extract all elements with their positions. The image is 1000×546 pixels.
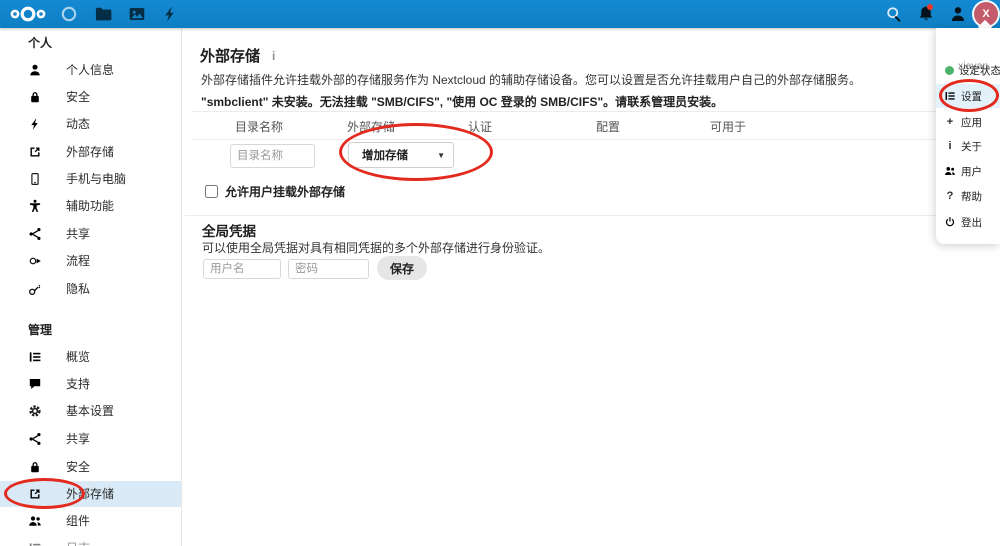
menu-item-about[interactable]: i 关于: [936, 134, 1000, 158]
sidebar-item-external-storage-personal[interactable]: 外部存储: [0, 139, 181, 165]
sidebar-item-sharing-personal[interactable]: 共享: [0, 221, 181, 247]
info-icon: i: [948, 140, 952, 152]
mobile-icon: [28, 172, 42, 186]
external-storage-settings-panel: 外部存储 i 外部存储插件允许挂载外部的存储服务作为 Nextcloud 的辅助…: [182, 28, 1000, 546]
external-storage-icon: [28, 145, 42, 159]
groupware-icon: [28, 514, 42, 528]
username-field[interactable]: [203, 259, 281, 279]
plus-icon: +: [946, 116, 954, 128]
column-header-authentication: 认证: [468, 120, 493, 134]
sidebar-item-security-admin[interactable]: 安全: [0, 454, 181, 480]
table-header-underline: [192, 139, 987, 140]
password-field[interactable]: [288, 259, 369, 279]
dashboard-icon[interactable]: [60, 5, 78, 23]
sidebar-item-security[interactable]: 安全: [0, 84, 181, 110]
top-bar: X: [0, 0, 1000, 28]
user-dropdown-menu: xiayan 设定状态 设置 + 应用 i 关于 用户 ? 帮助 登出: [936, 28, 1000, 244]
menu-item-logout[interactable]: 登出: [936, 210, 1000, 234]
share-icon: [28, 432, 42, 446]
menu-item-users[interactable]: 用户: [936, 159, 1000, 183]
contacts-icon[interactable]: [949, 5, 967, 23]
allow-user-mount-label: 允许用户挂载外部存储: [225, 185, 346, 199]
nextcloud-logo-icon[interactable]: [8, 4, 48, 24]
sidebar-item-support[interactable]: 支持: [0, 371, 181, 397]
search-icon[interactable]: [885, 5, 903, 23]
activity-bolt-icon: [28, 117, 42, 131]
save-button[interactable]: 保存: [377, 256, 428, 280]
smbclient-warning: "smbclient" 未安装。无法挂载 "SMB/CIFS", "使用 OC …: [201, 95, 724, 109]
column-header-available-for: 可用于: [710, 120, 747, 134]
global-credentials-description: 可以使用全局凭据对具有相同凭据的多个外部存储进行身份验证。: [202, 241, 551, 255]
gear-icon: [28, 404, 42, 418]
nextcloud-settings-page: X 个人 个人信息 安全 动态 外部存储 手机与电脑 辅助功能 共享 流程 隐私…: [0, 0, 1000, 546]
page-title: 外部存储: [200, 48, 261, 65]
overview-list-icon: [28, 541, 42, 546]
folder-name-input[interactable]: [230, 144, 315, 168]
menu-item-set-status[interactable]: 设定状态: [936, 58, 1000, 82]
settings-list-icon: [944, 90, 956, 102]
table-top-border: [192, 111, 987, 112]
status-dot-icon: [945, 65, 954, 75]
lock-icon: [28, 90, 42, 104]
sidebar-item-basic-settings[interactable]: 基本设置: [0, 398, 181, 424]
column-header-folder-name: 目录名称: [235, 120, 284, 134]
menu-item-settings[interactable]: 设置: [936, 84, 1000, 108]
activity-icon[interactable]: [161, 5, 179, 23]
sidebar-item-activity[interactable]: 动态: [0, 111, 181, 137]
users-icon: [944, 165, 956, 177]
menu-item-help[interactable]: ? 帮助: [936, 184, 1000, 208]
sidebar-item-logging[interactable]: 日志: [0, 535, 181, 546]
help-icon: ?: [946, 190, 954, 202]
key-icon: [28, 282, 42, 296]
external-storage-description: 外部存储插件允许挂载外部的存储服务作为 Nextcloud 的辅助存储设备。您可…: [201, 73, 862, 87]
avatar-letter: X: [982, 8, 990, 20]
share-icon: [28, 227, 42, 241]
global-credentials-title: 全局凭据: [202, 224, 256, 239]
sidebar-item-external-storage-admin[interactable]: 外部存储: [0, 481, 181, 507]
notification-badge: [927, 4, 933, 10]
settings-sidebar: 个人 个人信息 安全 动态 外部存储 手机与电脑 辅助功能 共享 流程 隐私 管…: [0, 28, 182, 546]
lock-icon: [28, 460, 42, 474]
external-storage-icon: [28, 487, 42, 501]
user-icon: [28, 63, 42, 77]
sidebar-item-flow[interactable]: 流程: [0, 248, 181, 274]
support-bubble-icon: [28, 377, 42, 391]
flow-icon: [28, 254, 42, 268]
accessibility-icon: [28, 199, 42, 213]
sidebar-item-overview[interactable]: 概览: [0, 344, 181, 370]
column-header-external-storage: 外部存储: [347, 120, 396, 134]
add-storage-select[interactable]: 增加存储 ▼: [348, 142, 454, 168]
chevron-down-icon: ▼: [437, 150, 445, 160]
overview-list-icon: [28, 350, 42, 364]
section-divider: [185, 215, 995, 216]
sidebar-section-personal: 个人: [28, 36, 53, 50]
allow-user-mount-checkbox[interactable]: [205, 185, 218, 198]
sidebar-item-personal-info[interactable]: 个人信息: [0, 57, 181, 83]
sidebar-section-admin: 管理: [28, 323, 53, 337]
sidebar-item-mobile-desktop[interactable]: 手机与电脑: [0, 166, 181, 192]
power-icon: [944, 216, 956, 228]
sidebar-item-sharing-admin[interactable]: 共享: [0, 426, 181, 452]
info-icon[interactable]: i: [272, 49, 275, 63]
sidebar-item-privacy[interactable]: 隐私: [0, 276, 181, 302]
files-icon[interactable]: [94, 5, 112, 23]
sidebar-item-accessibility[interactable]: 辅助功能: [0, 193, 181, 219]
column-header-configuration: 配置: [596, 120, 621, 134]
menu-item-apps[interactable]: + 应用: [936, 110, 1000, 134]
photos-icon[interactable]: [128, 5, 146, 23]
sidebar-item-groupware[interactable]: 组件: [0, 508, 181, 534]
